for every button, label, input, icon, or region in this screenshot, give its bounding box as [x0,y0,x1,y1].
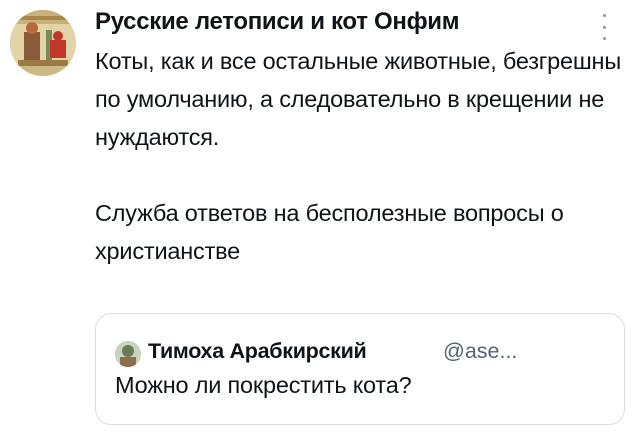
dot-icon [602,14,606,17]
author-avatar[interactable] [10,10,76,76]
quoted-tweet-card[interactable]: Тимоха Арабкирский @ase... Можно ли покр… [95,313,625,425]
tweet-text: Коты, как и все остальные животные, безг… [95,42,625,270]
quoted-author-handle: @ase... [443,339,518,363]
quoted-tweet-text: Можно ли покрестить кота? [115,372,412,398]
tweet-paragraph-1: Коты, как и все остальные животные, безг… [95,48,622,150]
more-options-icon[interactable] [598,14,610,40]
tweet-author-name[interactable]: Русские летописи и кот Онфим [95,8,459,36]
quoted-avatar-image [115,341,141,367]
quoted-author-avatar[interactable] [115,341,141,367]
manuscript-miniature-image [10,10,76,76]
quoted-author-name: Тимоха Арабкирский [148,339,367,363]
dot-icon [602,25,606,29]
tweet-paragraph-2: Служба ответов на бесполезные вопросы о … [95,200,564,264]
dot-icon [602,37,606,40]
